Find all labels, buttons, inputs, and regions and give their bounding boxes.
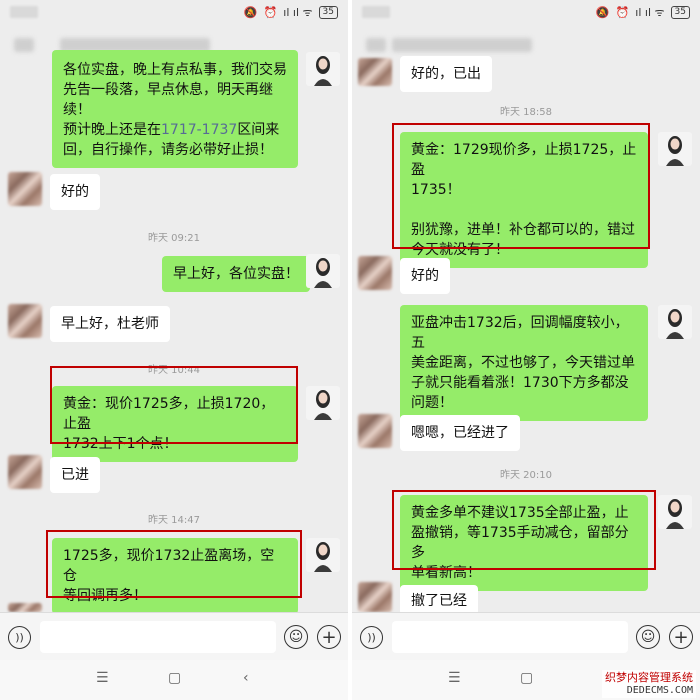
user-avatar[interactable] — [8, 455, 42, 489]
input-bar: )) ☺ + — [352, 612, 700, 660]
message-text: 预计晚上还是在 — [63, 122, 161, 138]
teacher-avatar[interactable] — [306, 538, 340, 572]
teacher-avatar[interactable] — [306, 254, 340, 288]
home-icon[interactable]: ▢ — [168, 670, 181, 686]
home-icon[interactable]: ▢ — [520, 670, 533, 686]
input-bar: )) ☺ + — [0, 612, 348, 660]
status-time-blurred — [362, 6, 390, 18]
back-icon[interactable]: ‹ — [243, 670, 249, 686]
battery-icon: 35 — [318, 6, 338, 19]
message-bubble[interactable]: 黄金多单不建议1735全部止盈，止 盈撤销，等1735手动减仓，留部分多 单看新… — [400, 495, 648, 591]
teacher-avatar[interactable] — [658, 495, 692, 529]
chat-title-blurred — [392, 38, 532, 52]
teacher-avatar[interactable] — [658, 132, 692, 166]
message-bubble[interactable]: 已进 — [50, 457, 100, 493]
timestamp: 昨天 09:21 — [148, 233, 200, 244]
user-avatar[interactable] — [358, 582, 392, 612]
chat-panel-right: 🔕 ⏰ ıl ıl ᯤ 35 好的，已出 昨天 18:58 黄金：1729现价多… — [352, 0, 700, 700]
emoji-icon[interactable]: ☺ — [284, 625, 308, 649]
teacher-avatar[interactable] — [306, 386, 340, 420]
message-bubble[interactable]: 撤了已经 — [400, 585, 478, 615]
mute-icon: 🔕 — [595, 6, 610, 19]
menu-icon[interactable]: ☰ — [448, 670, 461, 686]
status-icons: 🔕 ⏰ ıl ıl ᯤ 35 — [244, 5, 338, 20]
voice-icon[interactable]: )) — [8, 626, 31, 649]
signal-icon: ıl ıl ᯤ — [283, 6, 313, 19]
timestamp: 昨天 20:10 — [500, 470, 552, 481]
message-bubble[interactable]: 黄金：1729现价多，止损1725，止盈 1735！ 别犹豫，进单！补仓都可以的… — [400, 132, 648, 268]
watermark-title: 织梦内容管理系统 — [605, 671, 693, 684]
system-nav-bar: ☰ ▢ ‹ — [0, 660, 348, 700]
message-text: 区间来 — [237, 122, 280, 138]
message-bubble[interactable]: 嗯嗯，已经进了 — [400, 415, 520, 451]
message-bubble[interactable]: 亚盘冲击1732后，回调幅度较小，五 美金距离，不过也够了，今天错过单 子就只能… — [400, 305, 648, 421]
watermark-domain: DEDECMS.COM — [626, 685, 693, 696]
alarm-icon: ⏰ — [263, 6, 278, 19]
message-bubble[interactable]: 黄金：现价1725多，止损1720，止盈 1732上下1个点！ — [52, 386, 298, 462]
status-time-blurred — [10, 6, 38, 18]
message-text: 先告一段落，早点休息，明天再继 — [63, 82, 273, 98]
emoji-icon[interactable]: ☺ — [636, 625, 660, 649]
back-button-blurred[interactable] — [14, 38, 34, 52]
back-button-blurred[interactable] — [366, 38, 386, 52]
user-avatar[interactable] — [8, 304, 42, 338]
price-range-link[interactable]: 1717-1737 — [161, 122, 237, 138]
status-bar: 🔕 ⏰ ıl ıl ᯤ 35 — [352, 0, 700, 26]
user-avatar[interactable] — [358, 58, 392, 86]
timestamp: 昨天 18:58 — [500, 107, 552, 118]
signal-icon: ıl ıl ᯤ — [635, 6, 665, 19]
plus-icon[interactable]: + — [317, 625, 341, 649]
chat-panel-left: 🔕 ⏰ ıl ıl ᯤ 35 各位实盘，晚上有点私事，我们交易 先告一段落，早点… — [0, 0, 348, 700]
status-bar: 🔕 ⏰ ıl ıl ᯤ 35 — [0, 0, 348, 26]
message-bubble[interactable]: 1725多，现价1732止盈离场，空仓 等回调再多！ — [52, 538, 298, 614]
user-avatar[interactable] — [8, 172, 42, 206]
message-bubble[interactable]: 早上好，各位实盘！ — [162, 256, 310, 292]
voice-icon[interactable]: )) — [360, 626, 383, 649]
message-text: 回，自行操作，请务必带好止损！ — [63, 142, 273, 158]
message-input[interactable] — [392, 621, 628, 653]
status-icons: 🔕 ⏰ ıl ıl ᯤ 35 — [596, 5, 690, 20]
message-bubble[interactable]: 早上好，杜老师 — [50, 306, 170, 342]
timestamp: 昨天 14:47 — [148, 515, 200, 526]
battery-icon: 35 — [670, 6, 690, 19]
user-avatar[interactable] — [358, 256, 392, 290]
mute-icon: 🔕 — [243, 6, 258, 19]
site-watermark: 织梦内容管理系统 DEDECMS.COM — [602, 670, 696, 698]
message-text: 各位实盘，晚上有点私事，我们交易 — [63, 62, 287, 78]
timestamp: 昨天 10:44 — [148, 365, 200, 376]
message-input[interactable] — [40, 621, 276, 653]
message-bubble[interactable]: 好的，已出 — [400, 56, 492, 92]
teacher-avatar[interactable] — [658, 305, 692, 339]
alarm-icon: ⏰ — [615, 6, 630, 19]
user-avatar[interactable] — [358, 414, 392, 448]
teacher-avatar[interactable] — [306, 52, 340, 86]
message-bubble[interactable]: 好的 — [50, 174, 100, 210]
user-avatar[interactable] — [8, 603, 42, 612]
message-bubble[interactable]: 各位实盘，晚上有点私事，我们交易 先告一段落，早点休息，明天再继 续！ 预计晚上… — [52, 50, 298, 168]
menu-icon[interactable]: ☰ — [96, 670, 109, 686]
plus-icon[interactable]: + — [669, 625, 693, 649]
message-text: 续！ — [63, 102, 91, 118]
message-bubble[interactable]: 好的 — [400, 258, 450, 294]
